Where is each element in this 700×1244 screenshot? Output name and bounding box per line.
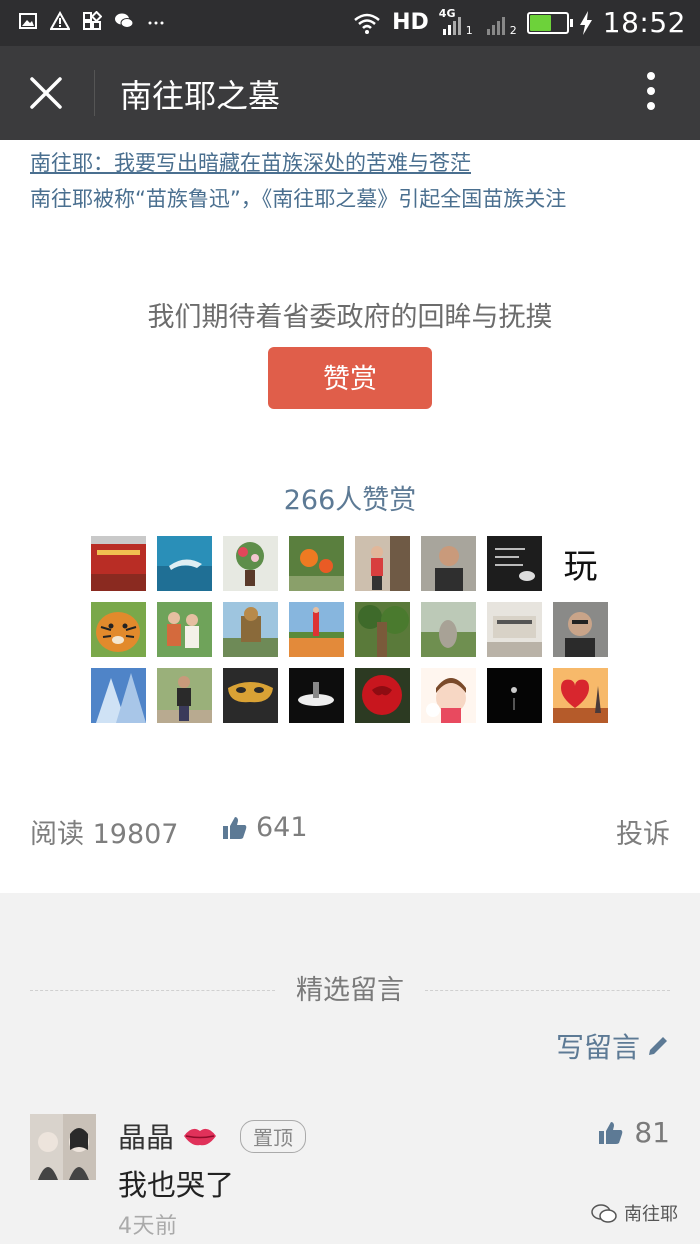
status-bar: HD 4G 1 2 18:52 xyxy=(0,0,700,46)
pencil-icon xyxy=(649,1037,667,1055)
like-button[interactable]: 641 xyxy=(222,812,308,843)
write-comment-button[interactable]: 写留言 xyxy=(556,1026,670,1066)
read-count: 阅读 19807 xyxy=(30,812,179,851)
signal-bars-icon xyxy=(442,16,461,35)
comment-like-button[interactable]: 81 xyxy=(598,1116,670,1149)
pinned-badge: 置顶 xyxy=(240,1119,307,1153)
avatar[interactable] xyxy=(91,536,146,591)
charging-icon xyxy=(579,10,592,35)
nav-bar: 南往耶之墓 xyxy=(0,46,700,140)
reward-count-link[interactable]: 266人赞赏 xyxy=(0,478,700,517)
avatar[interactable] xyxy=(157,668,212,723)
warning-icon xyxy=(50,11,70,30)
more-dots-icon xyxy=(148,21,164,25)
avatar[interactable] xyxy=(223,668,278,723)
read-label: 阅读 xyxy=(30,819,84,850)
avatar[interactable] xyxy=(487,536,542,591)
avatar[interactable] xyxy=(157,536,212,591)
image-icon xyxy=(19,13,37,29)
avatar[interactable] xyxy=(289,602,344,657)
avatar[interactable] xyxy=(91,602,146,657)
reward-prompt: 我们期待着省委政府的回眸与抚摸 xyxy=(147,302,553,333)
battery-fill xyxy=(529,14,551,31)
avatar[interactable] xyxy=(553,668,608,723)
avatar[interactable] xyxy=(487,602,542,657)
close-icon[interactable] xyxy=(28,75,64,111)
avatar[interactable] xyxy=(421,536,476,591)
comment-time: 4天前 xyxy=(118,1214,178,1239)
signal-1: 4G 1 xyxy=(439,7,473,37)
avatar[interactable] xyxy=(157,602,212,657)
comment-text: 我也哭了 xyxy=(118,1168,235,1202)
avatar[interactable] xyxy=(553,602,608,657)
avatar[interactable] xyxy=(223,536,278,591)
clock: 18:52 xyxy=(602,6,686,39)
avatar[interactable] xyxy=(355,536,410,591)
watermark-text: 南往耶 xyxy=(624,1204,678,1225)
avatar[interactable]: 玩 xyxy=(553,536,608,591)
related-link[interactable]: 南往耶被称“苗族鲁迅”，《南往耶之墓》引起全国苗族关注 xyxy=(30,181,566,217)
sim-slot-2: 2 xyxy=(509,23,517,37)
avatar[interactable] xyxy=(223,602,278,657)
read-value: 19807 xyxy=(92,819,179,850)
reward-avatars: 玩 xyxy=(91,536,611,723)
like-count: 641 xyxy=(256,812,308,843)
signal-2: 2 xyxy=(483,9,517,37)
comment-like-count: 81 xyxy=(634,1116,670,1149)
commenter-name: 晶晶 置顶 xyxy=(118,1116,307,1156)
avatar[interactable] xyxy=(355,602,410,657)
signal-bars-icon xyxy=(486,16,505,35)
hd-label: HD xyxy=(392,10,429,35)
sim-slot-1: 1 xyxy=(465,23,473,37)
watermark: 南往耶 xyxy=(590,1200,678,1226)
related-link[interactable]: 南往耶：我要写出暗藏在苗族深处的苦难与苍茫 xyxy=(30,145,566,181)
commenter-name-text: 晶晶 xyxy=(118,1121,175,1154)
avatar[interactable] xyxy=(289,536,344,591)
wechat-icon xyxy=(115,13,134,28)
avatar[interactable] xyxy=(421,668,476,723)
report-link[interactable]: 投诉 xyxy=(616,812,670,851)
thumbs-up-icon xyxy=(599,1121,623,1144)
avatar[interactable] xyxy=(355,668,410,723)
wifi-icon xyxy=(354,13,380,34)
nav-divider xyxy=(94,70,95,116)
avatar[interactable] xyxy=(289,668,344,723)
wechat-icon xyxy=(591,1204,617,1223)
related-links: 南往耶：我要写出暗藏在苗族深处的苦难与苍茫 南往耶被称“苗族鲁迅”，《南往耶之墓… xyxy=(30,145,566,217)
status-right: HD 4G 1 2 18:52 xyxy=(352,6,686,39)
avatar[interactable] xyxy=(487,668,542,723)
featured-comments-header: 精选留言 xyxy=(0,968,700,1007)
write-comment-label: 写留言 xyxy=(555,1031,640,1064)
battery-icon xyxy=(526,11,573,34)
reward-button[interactable]: 赞赏 xyxy=(268,347,432,409)
page-title: 南往耶之墓 xyxy=(120,77,281,115)
more-options-icon[interactable] xyxy=(646,72,656,114)
thumbs-up-icon xyxy=(223,816,247,839)
divider-line xyxy=(425,990,670,991)
apps-icon xyxy=(83,11,102,30)
commenter-avatar[interactable] xyxy=(30,1114,96,1180)
article-stats: 阅读 19807 641 投诉 xyxy=(30,812,670,856)
avatar[interactable] xyxy=(91,668,146,723)
comments-section: 精选留言 写留言 晶晶 置顶 我也哭了 4天前 81 xyxy=(0,893,700,1244)
divider-line xyxy=(30,990,275,991)
featured-comments-title: 精选留言 xyxy=(284,968,416,1007)
lips-icon xyxy=(184,1128,217,1146)
avatar[interactable] xyxy=(421,602,476,657)
status-left-icons xyxy=(18,11,166,31)
